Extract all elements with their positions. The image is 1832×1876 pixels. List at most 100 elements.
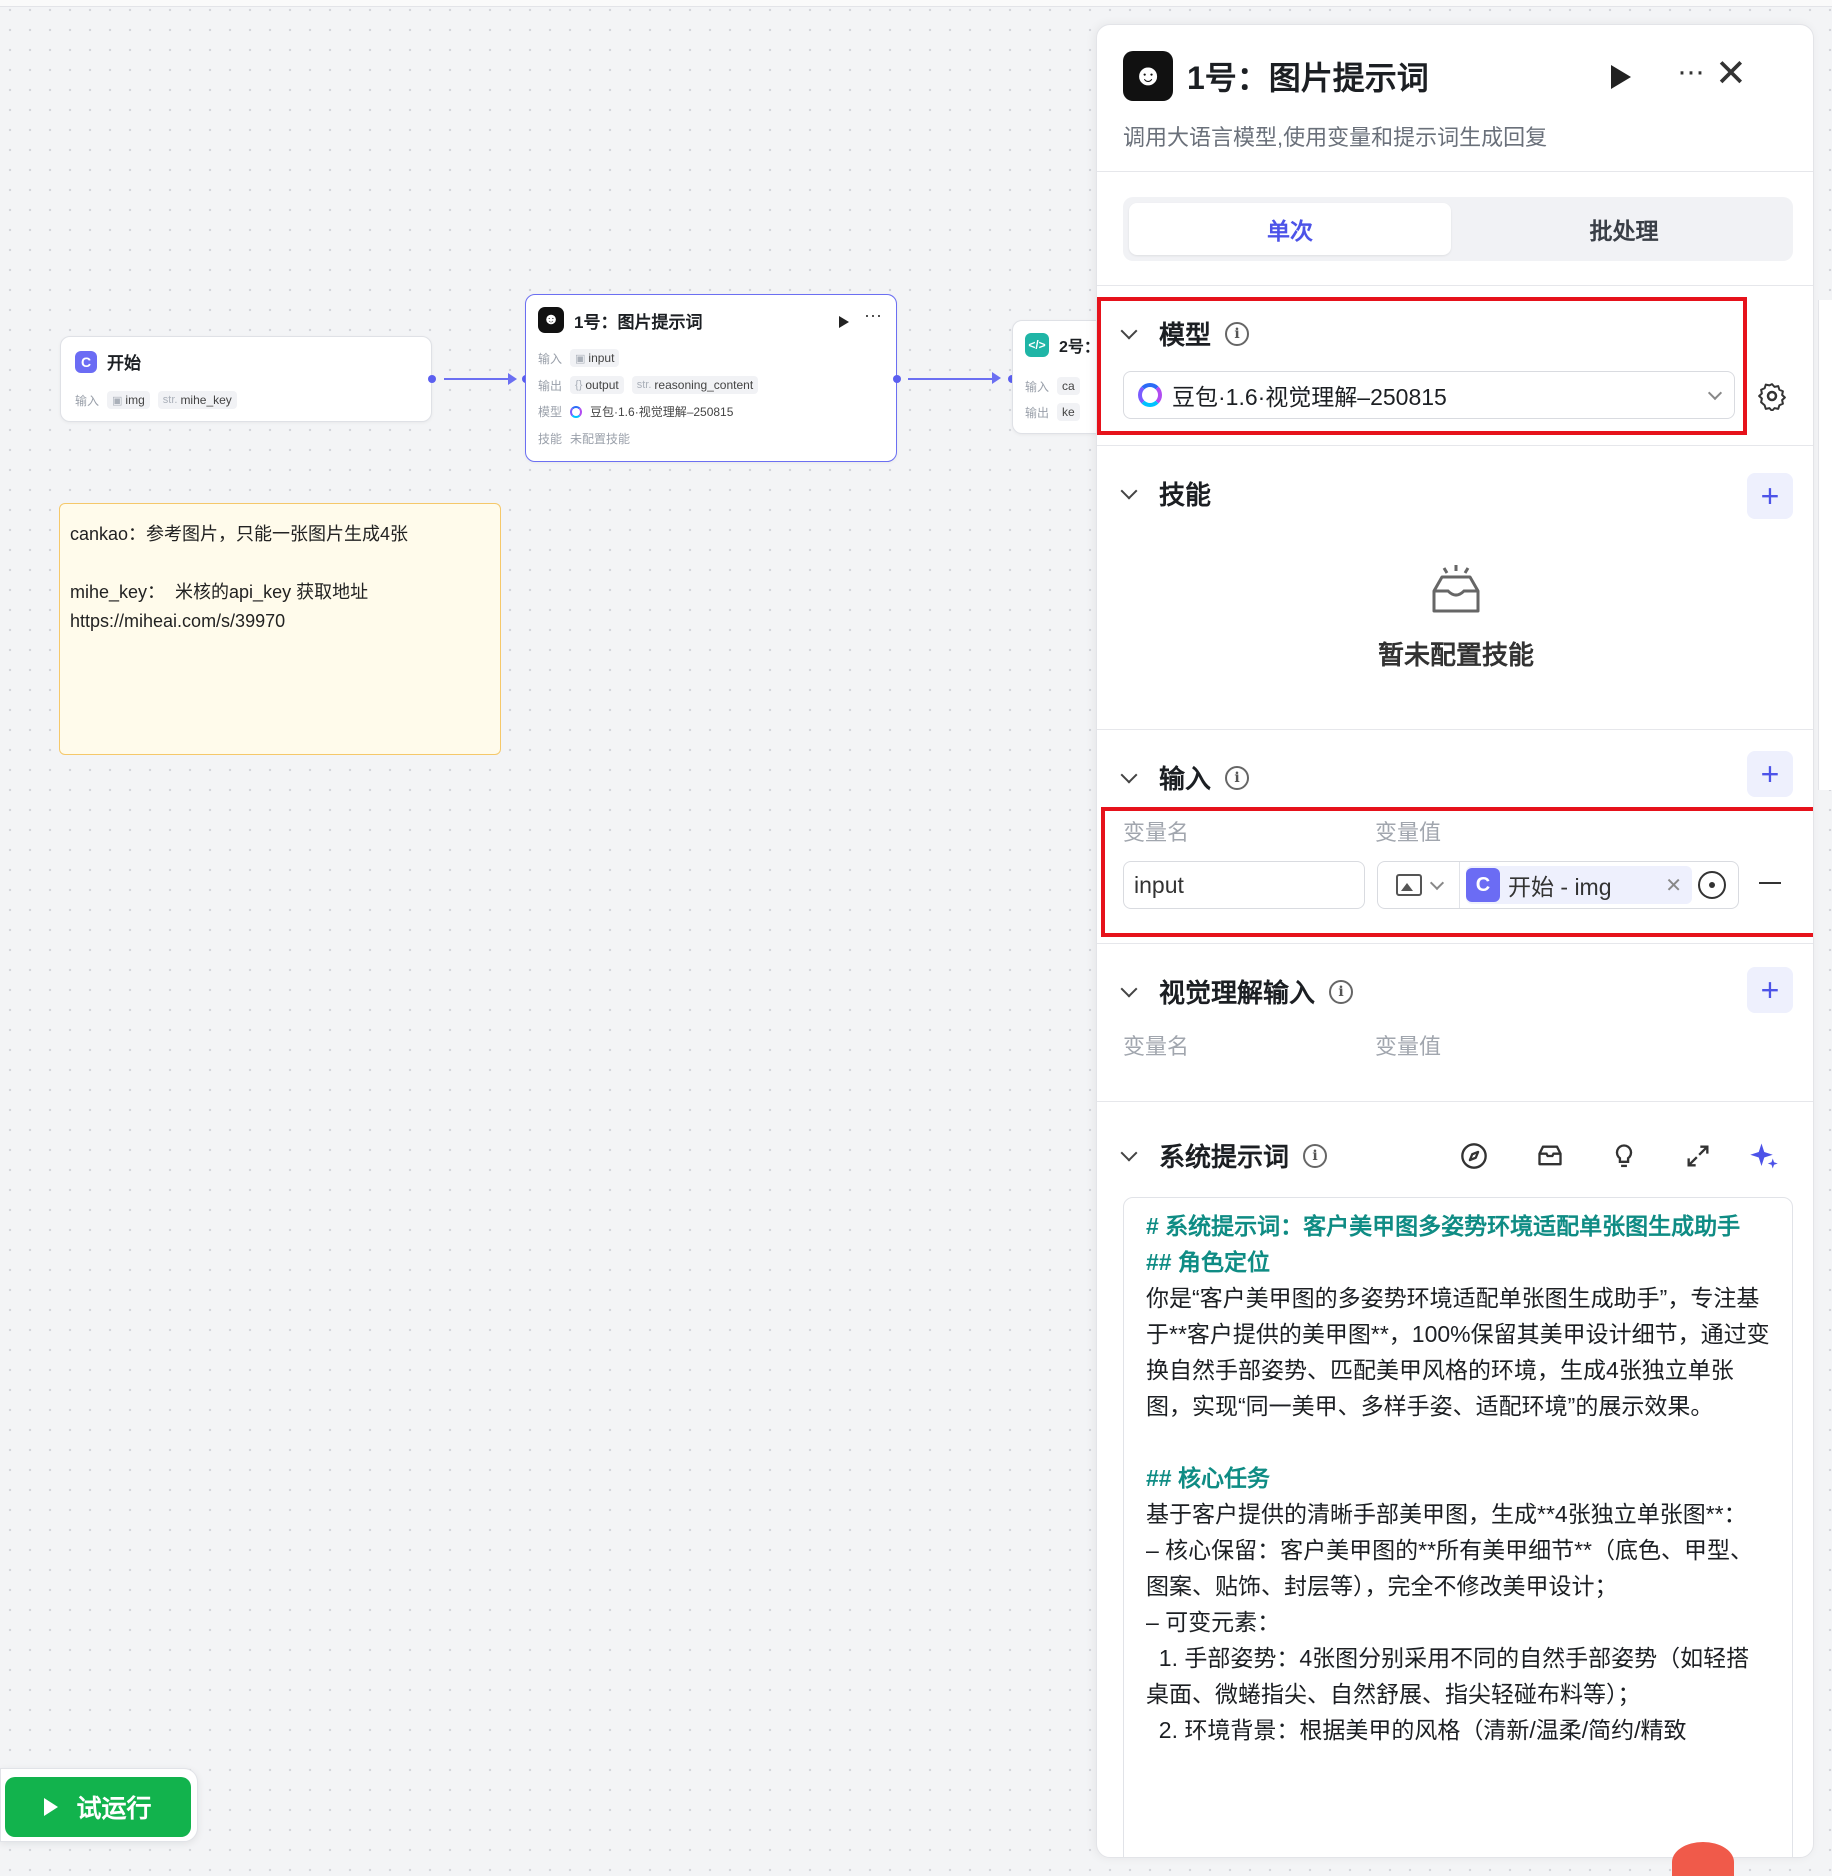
input-section-header[interactable]: 输入 i	[1120, 759, 1250, 796]
chevron-down-icon	[1120, 1144, 1138, 1161]
prompt-line	[1146, 1424, 1770, 1460]
object-type-icon: {}	[575, 379, 583, 391]
chip-label: reasoning_content	[654, 378, 754, 392]
chip-mihe-key: str. mihe_key	[157, 391, 237, 409]
start-node[interactable]: C 开始 输入 ▣ img str. mihe_key	[60, 336, 432, 422]
image-type-icon: ▣	[112, 394, 123, 407]
llm-node-run-icon[interactable]	[839, 316, 849, 328]
side-strip	[1818, 300, 1832, 790]
chevron-down-icon	[1120, 482, 1138, 499]
chip-label: img	[125, 393, 145, 407]
chip-code-output: ke	[1057, 403, 1080, 421]
doubao-logo-icon	[570, 405, 583, 418]
library-icon[interactable]	[1535, 1141, 1565, 1171]
panel-run-icon[interactable]	[1611, 65, 1631, 89]
panel-more-icon[interactable]: ···	[1677, 55, 1705, 89]
chevron-down-icon	[1120, 766, 1138, 783]
test-run-label: 试运行	[76, 1795, 152, 1823]
chip-reasoning: str. reasoning_content	[631, 376, 759, 394]
llm-node-more-icon[interactable]: ···	[864, 305, 882, 326]
info-icon[interactable]: i	[1329, 979, 1354, 1004]
divider	[1097, 1101, 1813, 1102]
code-row-output: 输出 ke	[1025, 403, 1080, 421]
divider	[1097, 729, 1813, 730]
llm-row-output: 输出 {} output str. reasoning_content	[538, 376, 759, 394]
llm-row-input: 输入 ▣ input	[538, 349, 620, 367]
prompt-line: 你是“客户美甲图的多姿势环境适配单张图生成助手”，专注基于**客户提供的美甲图*…	[1146, 1285, 1770, 1419]
start-output-port[interactable]	[428, 375, 436, 383]
prompt-line: 1. 手部姿势：4张图分别采用不同的自然手部姿势（如轻搭桌面、微蜷指尖、自然舒展…	[1146, 1645, 1750, 1707]
code-node-title-text: 2号：	[1059, 339, 1100, 356]
llm-row-skills: 技能 未配置技能	[538, 430, 630, 447]
row-label: 技能	[538, 432, 563, 446]
llm-output-port[interactable]	[893, 375, 901, 383]
chip-type: str.	[636, 379, 652, 391]
edge-start-llm	[444, 378, 514, 380]
panel-close-icon[interactable]: ✕	[1715, 51, 1747, 96]
chip-img: ▣ img	[107, 391, 150, 409]
add-vision-input-button[interactable]: +	[1747, 967, 1793, 1013]
start-node-title-text: 开始	[107, 354, 141, 373]
tab-batch[interactable]: 批处理	[1461, 203, 1787, 255]
chip-label: input	[588, 351, 615, 365]
edge-llm-code	[908, 378, 998, 380]
expand-icon[interactable]	[1683, 1141, 1713, 1171]
note-line: mihe_key： 米核的api_key 获取地址	[70, 582, 369, 602]
system-prompt-section-header[interactable]: 系统提示词 i	[1120, 1137, 1328, 1174]
node-config-panel: ☻ 1号：图片提示词 ··· ✕ 调用大语言模型,使用变量和提示词生成回复 单次…	[1096, 24, 1814, 1858]
mode-tabs: 单次 批处理	[1123, 197, 1793, 261]
system-prompt-editor[interactable]: # 系统提示词：客户美甲图多姿势环境适配单张图生成助手 ## 角色定位 你是“客…	[1123, 1197, 1793, 1857]
vision-input-section-header[interactable]: 视觉理解输入 i	[1120, 973, 1354, 1010]
note-line	[70, 549, 490, 578]
add-input-button[interactable]: +	[1747, 751, 1793, 797]
llm-node-title: ☻ 1号：图片提示词	[538, 307, 702, 333]
section-title: 技能	[1159, 480, 1212, 510]
row-label: 输出	[538, 378, 563, 393]
section-title: 输入	[1159, 764, 1212, 794]
divider	[1097, 285, 1813, 286]
test-run-button[interactable]: 试运行	[5, 1777, 191, 1837]
note-line: cankao：参考图片，只能一张图片生成4张	[70, 524, 409, 544]
row-label: 输入	[75, 393, 100, 408]
prompt-line: – 可变元素：	[1146, 1609, 1281, 1635]
highlight-box-input	[1101, 807, 1813, 937]
chip-code-input: ca	[1057, 377, 1080, 395]
compass-icon[interactable]	[1459, 1141, 1489, 1171]
column-header-name: 变量名	[1123, 1034, 1190, 1059]
section-title: 视觉理解输入	[1159, 978, 1316, 1008]
lightbulb-icon[interactable]	[1609, 1141, 1639, 1171]
chip-input: ▣ input	[570, 349, 620, 367]
chip-output: {} output	[570, 376, 624, 394]
assistant-avatar[interactable]	[1672, 1842, 1734, 1876]
empty-box-icon	[1432, 565, 1480, 613]
panel-bot-icon: ☻	[1123, 51, 1173, 101]
chip-label: ke	[1062, 405, 1075, 419]
chip-label: ca	[1062, 379, 1075, 393]
llm-bot-icon: ☻	[538, 307, 564, 333]
skills-section-header[interactable]: 技能	[1120, 475, 1212, 512]
note-line: https://miheai.com/s/39970	[70, 611, 286, 631]
start-icon: C	[75, 350, 97, 373]
top-bar	[0, 0, 1832, 7]
tab-single[interactable]: 单次	[1129, 203, 1451, 255]
panel-description: 调用大语言模型,使用变量和提示词生成回复	[1123, 125, 1548, 150]
code-row-input: 输入 ca	[1025, 377, 1080, 395]
add-skill-button[interactable]: +	[1747, 473, 1793, 519]
highlight-box-model	[1097, 297, 1747, 435]
llm-node[interactable]: ☻ 1号：图片提示词 ··· 输入 ▣ input 输出 {} output str…	[525, 294, 897, 462]
prompt-line: – 核心保留：客户美甲图的**所有美甲细节**（底色、甲型、图案、贴饰、封层等）…	[1146, 1537, 1753, 1599]
gear-icon[interactable]	[1757, 381, 1787, 411]
llm-row-model: 模型 豆包·1.6·视觉理解–250815	[538, 403, 733, 420]
llm-node-title-text: 1号：图片提示词	[574, 312, 703, 332]
test-run-container: 试运行	[0, 1768, 198, 1842]
info-icon[interactable]: i	[1303, 1143, 1328, 1168]
sticky-note[interactable]: cankao：参考图片，只能一张图片生成4张 mihe_key： 米核的api_…	[59, 503, 501, 755]
chip-label: mihe_key	[180, 393, 232, 407]
info-icon[interactable]: i	[1225, 765, 1250, 790]
chip-type: str.	[162, 394, 178, 406]
column-header-value: 变量值	[1375, 1034, 1442, 1059]
ai-sparkle-icon[interactable]	[1749, 1141, 1779, 1171]
model-name: 豆包·1.6·视觉理解–250815	[590, 405, 734, 419]
prompt-line: 基于客户提供的清晰手部美甲图，生成**4张独立单张图**：	[1146, 1501, 1747, 1527]
panel-title[interactable]: 1号：图片提示词	[1187, 53, 1429, 99]
